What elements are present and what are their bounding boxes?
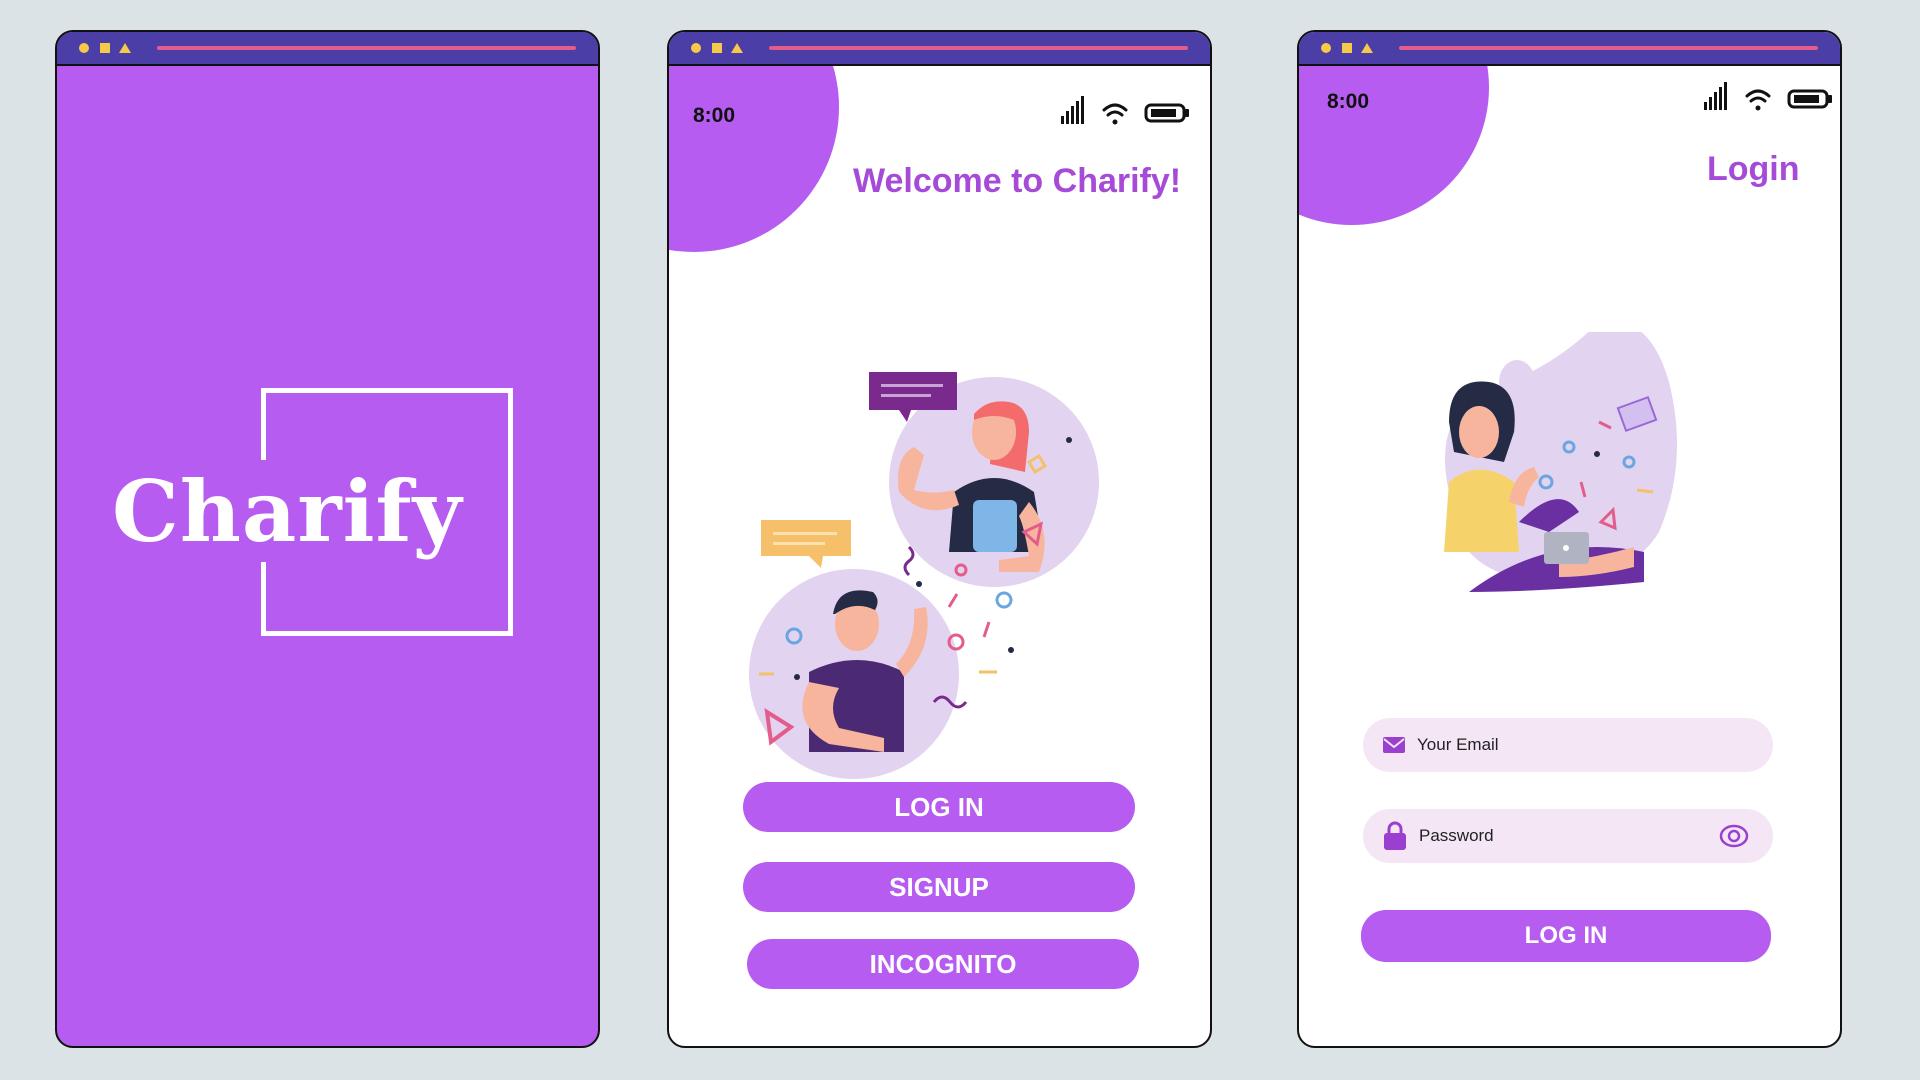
circle-icon [79, 43, 89, 53]
triangle-icon [1361, 43, 1373, 53]
email-field[interactable] [1363, 718, 1773, 772]
status-icons [1704, 82, 1832, 111]
status-time: 8:00 [693, 104, 736, 127]
brand-logo: Charify [112, 462, 463, 561]
signal-icon [1704, 82, 1727, 110]
titlebar-line [157, 46, 576, 50]
triangle-icon [731, 43, 743, 53]
login-submit-button[interactable]: LOG IN [1361, 910, 1771, 962]
circle-icon [1321, 43, 1331, 53]
login-screen: 8:00 Login Your Email LOG IN [1297, 30, 1842, 1048]
incognito-button[interactable]: INCOGNITO [747, 939, 1139, 989]
titlebar-line [1399, 46, 1818, 50]
email-input[interactable] [1415, 734, 1719, 756]
eye-icon[interactable] [1719, 823, 1749, 849]
status-icons [1061, 96, 1189, 125]
password-field[interactable] [1363, 809, 1773, 863]
login-button[interactable]: LOG IN [743, 782, 1135, 832]
welcome-title: Welcome to Charify! [853, 162, 1182, 200]
lock-icon [1384, 821, 1406, 850]
signup-button[interactable]: SIGNUP [743, 862, 1135, 912]
signal-icon [1061, 96, 1084, 124]
login-title: Login [1707, 150, 1800, 188]
titlebar-line [769, 46, 1188, 50]
woman-laptop-illustration [1444, 332, 1677, 592]
friends-illustration [749, 372, 1099, 779]
password-input[interactable] [1417, 825, 1721, 847]
square-icon [712, 43, 722, 53]
triangle-icon [119, 43, 131, 53]
chat-bubble-icon [761, 520, 851, 568]
welcome-screen: 8:00 Welcome to Charify! LOG IN SIGNUP I… [667, 30, 1212, 1048]
battery-icon [1144, 103, 1189, 123]
wifi-icon [1102, 103, 1128, 125]
splash-screen: Charify [55, 30, 600, 1048]
envelope-icon [1383, 737, 1405, 753]
status-time: 8:00 [1327, 90, 1370, 113]
battery-icon [1787, 89, 1832, 109]
window-titlebar [1299, 32, 1840, 66]
square-icon [1342, 43, 1352, 53]
square-icon [100, 43, 110, 53]
window-titlebar [669, 32, 1210, 66]
wifi-icon [1745, 89, 1771, 111]
circle-icon [691, 43, 701, 53]
window-titlebar [57, 32, 598, 66]
